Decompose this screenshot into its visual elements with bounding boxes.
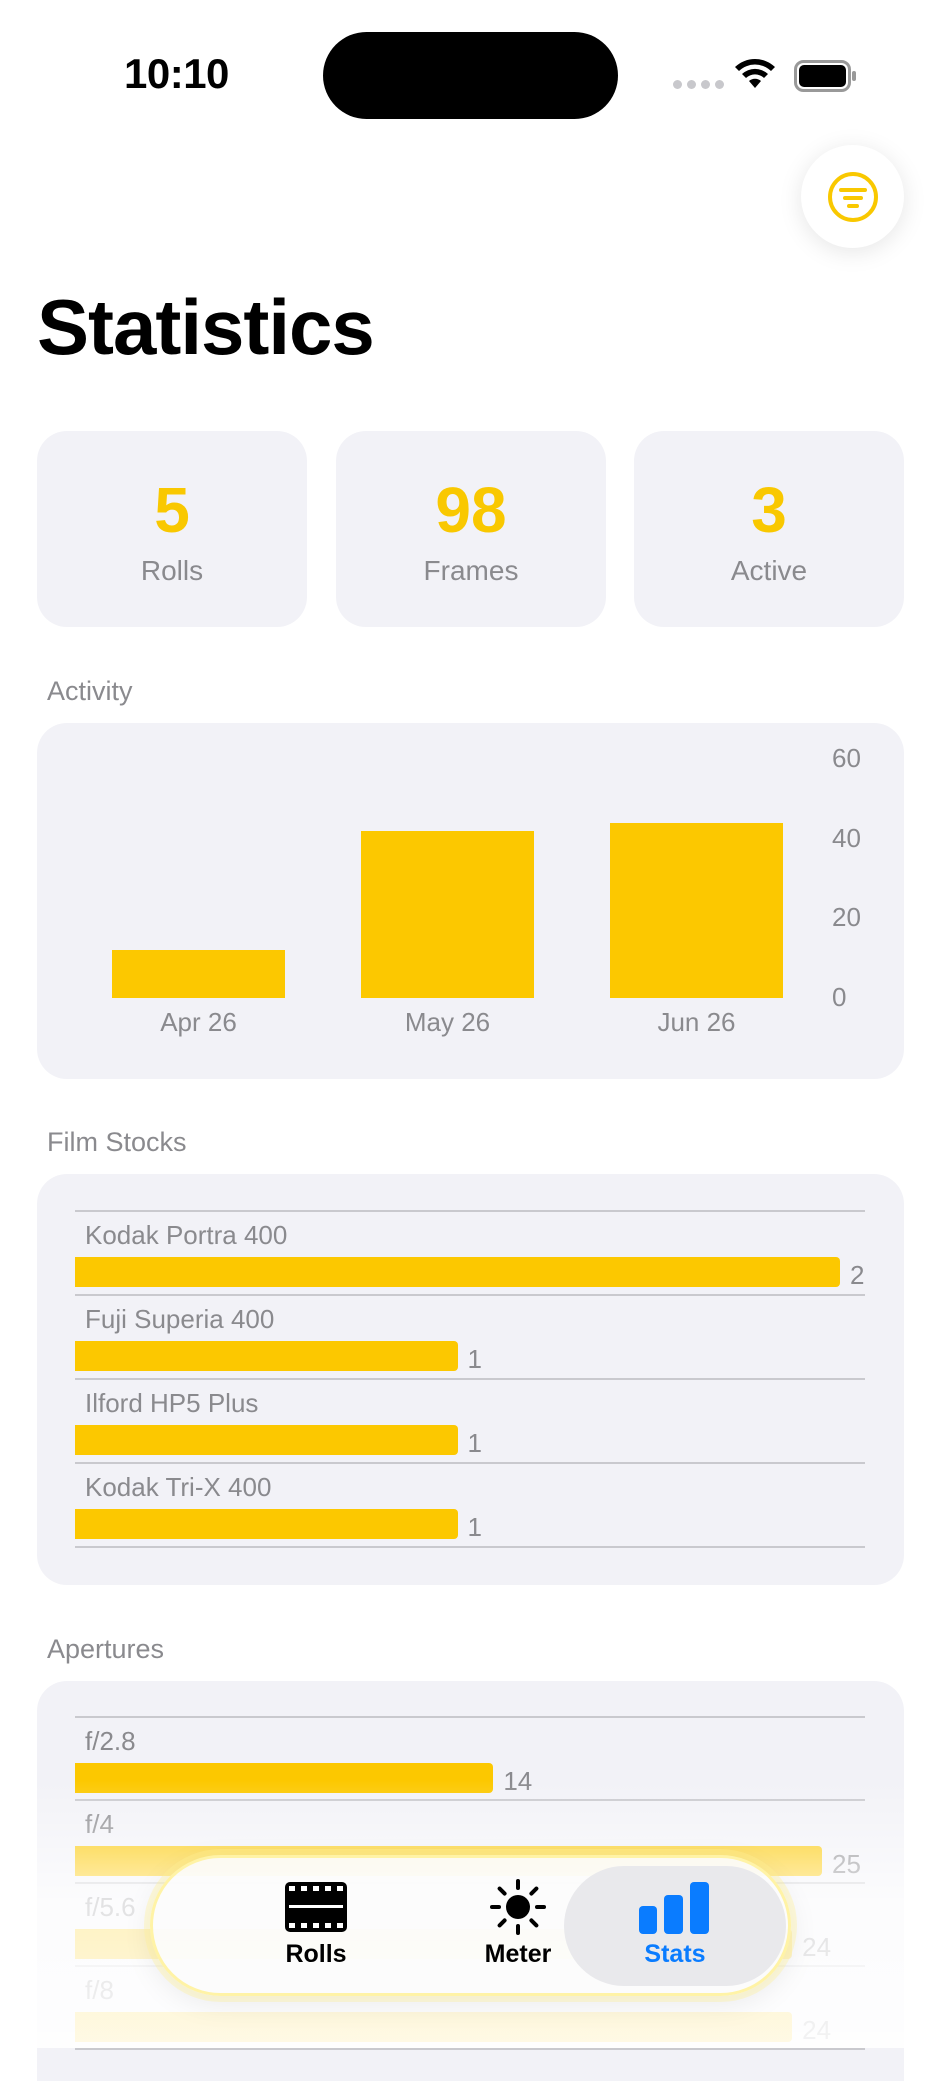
film-stock-divider [75,1294,865,1296]
frames-count: 98 [435,474,507,546]
activity-bar [112,950,285,998]
frames-stat-card: 98 Frames [336,431,606,627]
film-stocks-section-label: Film Stocks [47,1127,187,1157]
chart-icon [639,1882,709,1934]
film-stock-value: 1 [467,1428,482,1458]
status-time: 10:10 [124,50,229,97]
film-stock-row: Fuji Superia 400 1 [75,1294,865,1378]
tab-rolls-label: Rolls [285,1940,347,1968]
film-stock-row: Kodak Portra 400 2 [75,1210,865,1294]
active-stat-card: 3 Active [634,431,904,627]
film-stock-divider [75,1210,865,1212]
page-title: Statistics [37,283,375,371]
film-stock-divider [75,1546,865,1548]
activity-y-tick: 40 [832,822,861,853]
film-stock-bar [75,1257,840,1287]
film-stock-bottom-divider [75,1546,865,1548]
aperture-bottom-divider [75,2048,865,2050]
activity-x-label: Apr 26 [160,1007,237,1037]
film-stock-divider [75,1462,865,1464]
wifi-icon [735,59,775,88]
activity-y-tick: 20 [832,902,861,933]
activity-section-label: Activity [47,676,133,706]
aperture-label: f/2.8 [85,1726,136,1756]
activity-bar [610,822,783,998]
film-icon [285,1882,347,1932]
film-stock-row: Kodak Tri-X 400 1 [75,1462,865,1546]
film-stock-value: 1 [467,1512,482,1542]
film-stock-label: Fuji Superia 400 [85,1304,275,1334]
filter-button[interactable] [801,145,904,248]
film-stocks-chart: Kodak Portra 400 2 Fuji Superia 400 1 Ilford… [37,1174,904,1585]
film-stock-divider [75,1378,865,1380]
active-label: Active [730,555,808,586]
film-stock-label: Kodak Tri-X 400 [85,1472,272,1502]
rolls-stat-card: 5 Rolls [37,431,307,627]
activity-y-tick: 60 [832,743,861,773]
tab-bar: Rolls Meter Stats [150,1855,791,1996]
tab-stats[interactable]: Stats [570,1858,780,1993]
film-stock-bar [75,1341,458,1371]
activity-bar [361,830,534,998]
activity-x-label: Jun 26 [657,1007,736,1037]
activity-chart: Apr 26 May 26 Jun 26 0 20 40 60 [37,723,904,1079]
dynamic-island [323,32,618,119]
rolls-count: 5 [154,474,190,546]
film-stock-label: Kodak Portra 400 [85,1220,288,1250]
aperture-divider [75,2048,865,2050]
tab-stats-label: Stats [644,1940,706,1968]
sun-icon [490,1879,546,1935]
cellular-signal-icon [673,80,724,89]
activity-x-label: May 26 [404,1007,491,1037]
apertures-section-label: Apertures [47,1634,165,1664]
battery-icon [794,60,856,92]
film-stock-value: 1 [467,1344,482,1374]
film-stock-label: Ilford HP5 Plus [85,1388,259,1418]
filter-icon [827,171,878,222]
frames-label: Frames [423,555,519,586]
film-stock-value: 2 [850,1260,865,1290]
tab-rolls[interactable]: Rolls [211,1858,421,1993]
film-stock-row: Ilford HP5 Plus 1 [75,1378,865,1462]
rolls-label: Rolls [140,555,204,586]
active-count: 3 [751,474,787,546]
film-stock-bar [75,1509,458,1539]
film-stock-bar [75,1425,458,1455]
aperture-divider [75,1716,865,1718]
activity-y-tick: 0 [832,982,847,1012]
